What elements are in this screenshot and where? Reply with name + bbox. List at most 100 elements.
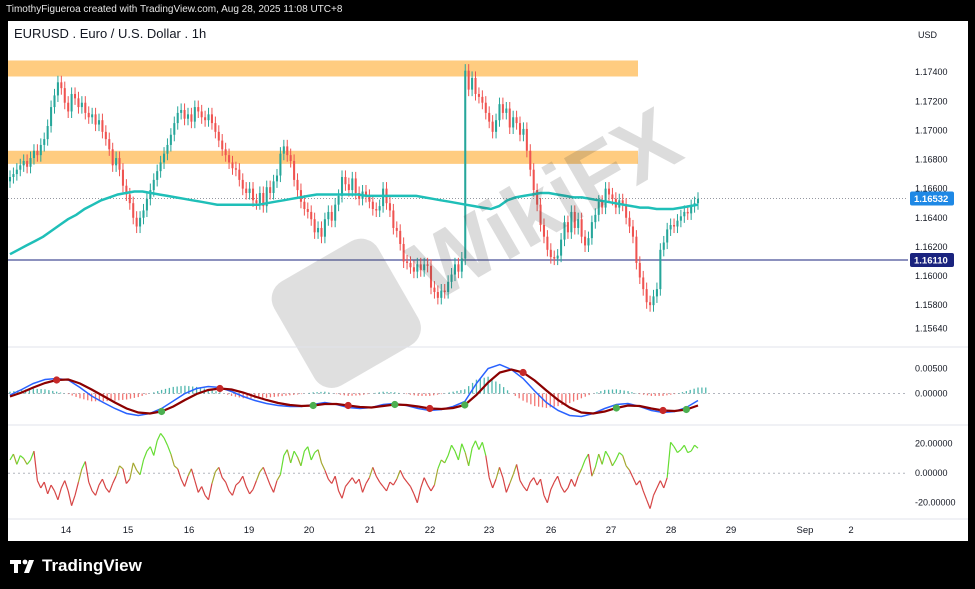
- candle: [467, 70, 470, 90]
- oscillator-segment: [447, 445, 453, 456]
- oscillator-segment: [331, 475, 336, 484]
- price-axis-label: 1.17200: [915, 96, 948, 106]
- candle: [176, 112, 179, 124]
- candle: [149, 190, 152, 199]
- oscillator-segment: [673, 446, 678, 453]
- oscillator-segment: [474, 440, 480, 450]
- candle: [683, 211, 686, 217]
- oscillator-segment: [194, 480, 199, 493]
- oscillator-segment: [300, 450, 305, 467]
- oscillator-segment: [225, 481, 230, 492]
- candle: [15, 169, 18, 175]
- oscillator-segment: [228, 490, 233, 496]
- oscillator-segment: [160, 433, 165, 439]
- oscillator-segment: [522, 486, 528, 492]
- oscillator-segment: [146, 446, 151, 452]
- candle: [645, 289, 648, 303]
- candle: [32, 150, 35, 159]
- oscillator-segment: [382, 486, 387, 492]
- candle: [97, 120, 101, 125]
- oscillator-segment: [543, 495, 548, 503]
- chart-frame[interactable]: WikiFX 1.17400 1.17200 1.17000 1.16800 1.166…: [8, 21, 968, 541]
- oscillator-segment: [105, 487, 110, 493]
- oscillator-segment: [622, 455, 627, 467]
- candle: [477, 93, 480, 97]
- oscillator-segment: [163, 437, 168, 446]
- oscillator-segment: [40, 481, 45, 489]
- candle: [241, 179, 244, 189]
- candle: [395, 227, 398, 231]
- macd-cross-marker: [659, 406, 667, 415]
- oscillator-segment: [409, 486, 415, 495]
- candle: [70, 93, 73, 112]
- oscillator-segment: [201, 486, 206, 496]
- candle: [310, 211, 313, 220]
- oscillator-segment: [649, 495, 655, 509]
- oscillator-segment: [550, 481, 555, 490]
- oscillator-segment: [95, 484, 100, 496]
- chart-canvas[interactable]: WikiFX 1.174001.172001.170001.168001.166…: [8, 21, 968, 541]
- candle: [631, 226, 634, 237]
- candle: [210, 114, 213, 124]
- oscillator-segment: [652, 487, 658, 496]
- oscillator-segment: [259, 466, 264, 473]
- candle: [282, 146, 285, 154]
- oscillator-segment: [444, 455, 449, 464]
- oscillator-segment: [361, 483, 367, 493]
- candle: [108, 139, 111, 150]
- candle: [330, 211, 333, 221]
- oscillator-segment: [560, 486, 566, 493]
- oscillator-segment: [190, 468, 196, 481]
- oscillator-segment: [149, 446, 155, 456]
- oscillator-segment: [327, 478, 333, 484]
- candle: [132, 203, 135, 218]
- oscillator-segment: [567, 478, 572, 489]
- candle: [388, 203, 391, 211]
- candle: [228, 155, 231, 163]
- candle: [204, 117, 207, 121]
- time-axis-label: 20: [304, 525, 315, 536]
- oscillator-segment: [385, 481, 391, 492]
- candle: [649, 302, 652, 306]
- candle: [39, 144, 42, 156]
- oscillator-segment: [440, 459, 446, 464]
- time-axis-label: 2: [848, 525, 853, 536]
- macd-axis-label: 0.00000: [915, 389, 948, 399]
- oscillator-segment: [67, 490, 73, 506]
- oscillator-segment: [204, 494, 210, 501]
- oscillator-segment: [478, 442, 483, 450]
- price-axis-label: 1.16200: [915, 242, 948, 252]
- oscillator-segment: [183, 475, 189, 487]
- oscillator-segment: [677, 449, 682, 454]
- oscillator-segment: [570, 478, 576, 487]
- candle: [512, 117, 515, 128]
- oscillator-segment: [526, 481, 531, 492]
- oscillator-axis-label: 0.00000: [915, 468, 948, 478]
- oscillator-segment: [36, 480, 42, 489]
- macd-cross-marker: [157, 407, 166, 416]
- oscillator-segment: [173, 465, 179, 470]
- oscillator-segment: [348, 477, 353, 483]
- oscillator-segment: [139, 459, 145, 475]
- oscillator-segment: [84, 461, 90, 483]
- candle: [344, 176, 347, 185]
- oscillator-segment: [608, 456, 613, 467]
- oscillator-segment: [420, 477, 425, 489]
- candle: [474, 77, 477, 94]
- oscillator-axis-label: 20.00000: [915, 439, 953, 449]
- resistance-zone: [8, 60, 638, 77]
- time-axis-label: 26: [546, 525, 557, 536]
- candle: [221, 140, 224, 150]
- candle: [484, 102, 487, 113]
- price-axis-label: 1.17000: [915, 125, 948, 135]
- oscillator-segment: [307, 446, 312, 461]
- oscillator-segment: [221, 477, 227, 483]
- candle: [128, 194, 131, 204]
- oscillator-segment: [218, 467, 223, 478]
- candle: [659, 249, 662, 290]
- candle: [522, 128, 525, 135]
- oscillator-segment: [594, 453, 600, 468]
- oscillator-segment: [115, 465, 121, 477]
- candle: [382, 188, 385, 207]
- candle: [101, 120, 104, 132]
